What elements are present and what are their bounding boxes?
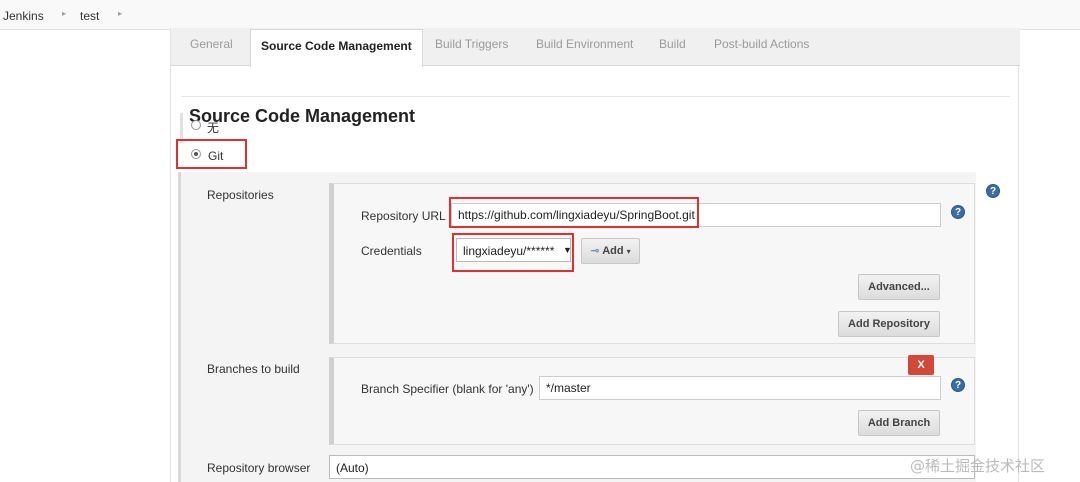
section-title: Source Code Management [189,106,416,126]
delete-branch-button[interactable]: X [908,355,934,375]
branch-specifier-input[interactable] [539,376,941,400]
add-credentials-button[interactable]: ⊸ Add ▾ [581,238,640,264]
scm-none-radio[interactable] [191,120,201,130]
tab-build-triggers[interactable]: Build Triggers [435,37,508,51]
config-tabbar: General Source Code Management Build Tri… [171,28,1020,67]
tab-general[interactable]: General [190,37,233,51]
breadcrumb: Jenkins ▸ test ▸ [0,0,1080,30]
repository-url-help-icon[interactable]: ? [951,205,965,219]
scm-git-label: Git [208,149,224,163]
credentials-label: Credentials [361,244,422,258]
repository-browser-label: Repository browser [207,461,311,475]
add-credentials-label: Add [602,245,624,257]
tab-source-code-management[interactable]: Source Code Management [250,29,423,67]
key-icon: ⊸ [590,245,600,257]
tab-post-build-actions[interactable]: Post-build Actions [714,37,809,51]
repository-browser-value: (Auto) [336,461,369,475]
git-help-icon[interactable]: ? [986,184,1000,198]
chevron-down-icon: ▾ [626,247,631,256]
scm-git-radio[interactable] [191,149,201,159]
breadcrumb-jenkins[interactable]: Jenkins [3,9,44,23]
tab-build[interactable]: Build [659,37,686,51]
tab-build-environment[interactable]: Build Environment [536,37,633,51]
repositories-label: Repositories [207,188,274,202]
branch-specifier-help-icon[interactable]: ? [951,378,965,392]
breadcrumb-separator-icon: ▸ [62,9,67,18]
section-divider [181,96,1010,97]
add-branch-button[interactable]: Add Branch [858,410,940,436]
repository-url-highlight [449,197,699,228]
repository-browser-select[interactable]: (Auto) [329,455,975,479]
credentials-highlight [452,233,574,272]
breadcrumb-separator-icon: ▸ [118,9,123,18]
branches-to-build-label: Branches to build [207,362,300,376]
add-repository-button[interactable]: Add Repository [838,311,940,337]
advanced-button[interactable]: Advanced... [858,274,940,300]
watermark: @稀土掘金技术社区 [910,457,1046,475]
repository-url-label: Repository URL [361,209,446,223]
breadcrumb-test[interactable]: test [80,9,99,23]
scm-none-label: 无 [207,121,220,135]
branch-specifier-label: Branch Specifier (blank for 'any') [361,382,534,396]
